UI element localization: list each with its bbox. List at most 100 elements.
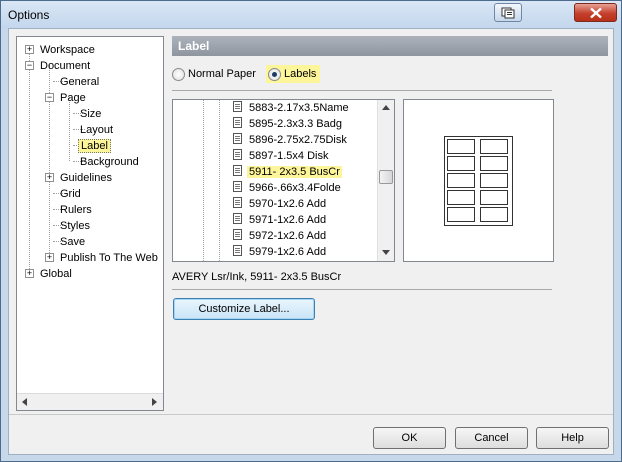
tree-connector — [29, 49, 30, 273]
document-icon — [233, 213, 242, 224]
tree-item-workspace[interactable]: Workspace — [38, 42, 97, 58]
tree-item-label: Size — [80, 108, 102, 120]
radio-button[interactable] — [268, 67, 281, 81]
list-item[interactable]: 5897-1.5x4 Disk — [233, 148, 331, 164]
tree-item-styles[interactable]: Styles — [58, 218, 92, 234]
document-icon — [233, 149, 242, 160]
scroll-up-button[interactable] — [378, 100, 395, 117]
list-item[interactable]: 5971-1x2.6 Add — [233, 212, 328, 228]
list-item[interactable]: 5979-1x2.6 Add — [233, 244, 328, 260]
tree-item-label: Background — [80, 156, 139, 168]
document-icon — [233, 165, 242, 176]
list-item-text: 5979-1x2.6 Add — [249, 246, 327, 258]
list-item[interactable]: 5966-.66x3.4Folde — [233, 180, 343, 196]
tree-item-global[interactable]: Global — [38, 266, 74, 282]
label-cell — [480, 190, 508, 205]
tree-item-guidelines[interactable]: Guidelines — [58, 170, 114, 186]
title-bar[interactable]: Options — [1, 1, 621, 28]
list-item-text: 5966-.66x3.4Folde — [249, 182, 341, 194]
list-item[interactable]: 5972-1x2.6 Add — [233, 228, 328, 244]
tree-item-label: Styles — [60, 220, 90, 232]
arrow-down-icon — [382, 250, 390, 255]
document-icon — [233, 245, 242, 256]
list-item-text: 5972-1x2.6 Add — [249, 230, 327, 242]
document-icon — [233, 197, 242, 208]
options-window: Options + − − + + + Workspace Document G… — [0, 0, 622, 462]
options-tree[interactable]: + − − + + + Workspace Document General P… — [16, 36, 164, 411]
titlebar-close-button[interactable] — [574, 3, 617, 22]
tree-item-grid[interactable]: Grid — [58, 186, 83, 202]
document-icon — [233, 101, 242, 112]
list-item[interactable]: 5883-2.17x3.5Name — [233, 100, 351, 116]
divider — [172, 289, 552, 290]
tree-item-label: Label — [78, 139, 111, 153]
footer-divider — [9, 414, 613, 415]
label-cell — [447, 190, 475, 205]
tree-item-label: Rulers — [60, 204, 92, 216]
context-help-icon — [501, 7, 515, 18]
label-preview — [403, 99, 554, 262]
tree-horizontal-scrollbar[interactable] — [17, 393, 163, 410]
list-item[interactable]: 5896-2.75x2.75Disk — [233, 132, 349, 148]
tree-item-label: Workspace — [40, 44, 95, 56]
scroll-left-button[interactable] — [17, 394, 34, 411]
list-item-text: 5896-2.75x2.75Disk — [249, 134, 347, 146]
document-icon — [233, 181, 242, 192]
list-item[interactable]: 5895-2.3x3.3 Badg — [233, 116, 344, 132]
tree-item-general[interactable]: General — [58, 74, 101, 90]
collapse-icon[interactable]: − — [45, 93, 54, 102]
dialog-client-area: + − − + + + Workspace Document General P… — [8, 28, 614, 455]
close-icon — [589, 7, 602, 18]
tree-item-label: Global — [40, 268, 72, 280]
tree-item-label-page[interactable]: Label — [78, 138, 111, 154]
list-item-text: 5897-1.5x4 Disk — [249, 150, 329, 162]
window-title: Options — [8, 8, 50, 22]
normal-paper-radio[interactable]: Normal Paper — [172, 65, 256, 83]
label-type-list[interactable]: 5883-2.17x3.5Name 5895-2.3x3.3 Badg 5896… — [172, 99, 395, 262]
cancel-button[interactable]: Cancel — [455, 427, 528, 449]
panel-header: Label — [172, 36, 608, 56]
tree-item-background[interactable]: Background — [78, 154, 141, 170]
tree-item-label: Document — [40, 60, 91, 72]
ok-button[interactable]: OK — [373, 427, 446, 449]
label-list-scrollbar[interactable] — [377, 100, 394, 261]
scroll-down-button[interactable] — [378, 244, 395, 261]
expand-icon[interactable]: + — [45, 253, 54, 262]
list-item-text: 5911- 2x3.5 BusCr — [247, 166, 342, 178]
tree-connector — [219, 100, 220, 261]
label-cell — [447, 207, 475, 222]
tree-item-save[interactable]: Save — [58, 234, 87, 250]
label-cell — [447, 173, 475, 188]
customize-label-button[interactable]: Customize Label... — [173, 298, 315, 320]
expand-icon[interactable]: + — [25, 269, 34, 278]
labels-label: Labels — [284, 68, 317, 80]
scroll-right-button[interactable] — [146, 394, 163, 411]
label-cell — [480, 156, 508, 171]
list-item-selected[interactable]: 5911- 2x3.5 BusCr — [233, 164, 342, 180]
tree-connector — [203, 100, 204, 261]
list-item-text: 5971-1x2.6 Add — [249, 214, 327, 226]
tree-item-page[interactable]: Page — [58, 90, 88, 106]
scrollbar-thumb[interactable] — [379, 170, 393, 184]
label-description: AVERY Lsr/Ink, 5911- 2x3.5 BusCr — [172, 271, 342, 283]
list-item[interactable]: 5970-1x2.6 Add — [233, 196, 328, 212]
label-cell — [447, 156, 475, 171]
help-button[interactable]: Help — [536, 427, 609, 449]
label-cell — [480, 207, 508, 222]
expand-icon[interactable]: + — [25, 45, 34, 54]
document-icon — [233, 133, 242, 144]
tree-item-document[interactable]: Document — [38, 58, 92, 74]
list-item-text: 5895-2.3x3.3 Badg — [249, 118, 342, 130]
label-sheet-preview — [444, 136, 513, 226]
label-cell — [480, 173, 508, 188]
collapse-icon[interactable]: − — [25, 61, 34, 70]
labels-radio[interactable]: Labels — [266, 65, 321, 83]
tree-item-label: Page — [60, 92, 86, 104]
tree-item-size[interactable]: Size — [78, 106, 103, 122]
radio-button[interactable] — [172, 67, 185, 81]
expand-icon[interactable]: + — [45, 173, 54, 182]
titlebar-help-button[interactable] — [494, 3, 522, 22]
tree-item-layout[interactable]: Layout — [78, 122, 115, 138]
tree-item-rulers[interactable]: Rulers — [58, 202, 94, 218]
tree-item-publish-to-web[interactable]: Publish To The Web — [58, 250, 160, 266]
